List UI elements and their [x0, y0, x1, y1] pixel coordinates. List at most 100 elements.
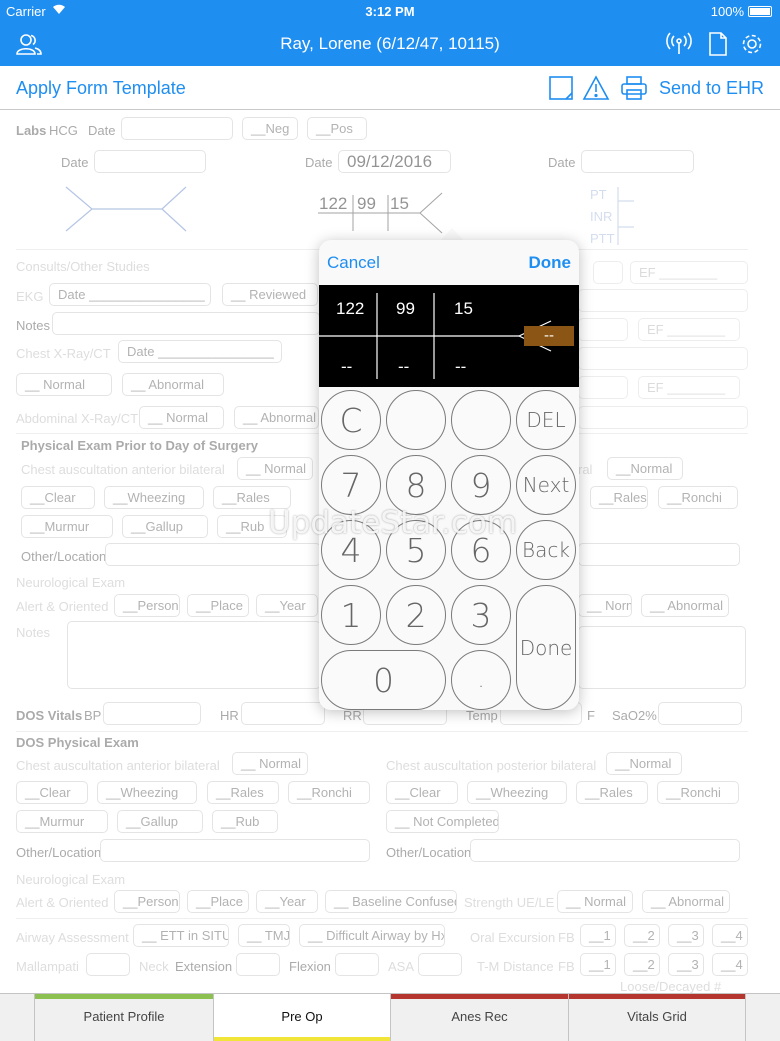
- notes-field[interactable]: [52, 312, 320, 335]
- chest-abnormal-checkbox[interactable]: __ Abnormal: [122, 373, 224, 396]
- pe-murmur-checkbox[interactable]: __Murmur: [21, 515, 113, 538]
- pe-place-checkbox[interactable]: __Place: [187, 594, 249, 617]
- stress-field[interactable]: [578, 347, 748, 370]
- dos-ronchi-checkbox[interactable]: __Ronchi: [288, 781, 370, 804]
- hr-field[interactable]: [241, 702, 325, 725]
- dos-wheezing-checkbox[interactable]: __Wheezing: [97, 781, 197, 804]
- display-top-1[interactable]: 122: [336, 299, 364, 319]
- display-bottom-3[interactable]: --: [455, 357, 466, 377]
- tmj-checkbox[interactable]: __ TMJ: [238, 924, 290, 947]
- pe-wheezing-checkbox[interactable]: __Wheezing: [104, 486, 204, 509]
- mallampati-field[interactable]: [86, 953, 130, 976]
- pe-post-other-location-field[interactable]: [578, 543, 740, 566]
- oral-fb-2[interactable]: __2: [624, 924, 660, 947]
- page-icon[interactable]: [547, 75, 575, 101]
- dos-post-clear-checkbox[interactable]: __Clear: [386, 781, 458, 804]
- coag-date-field[interactable]: [581, 150, 694, 173]
- key-decimal[interactable]: .: [451, 650, 511, 710]
- bmp-date-field[interactable]: 09/12/2016: [338, 150, 451, 173]
- key-6[interactable]: 6: [451, 520, 511, 580]
- tm-fb-2[interactable]: __2: [624, 953, 660, 976]
- key-delete[interactable]: DEL: [516, 390, 576, 450]
- dos-post-other-location-field[interactable]: [470, 839, 740, 862]
- key-back[interactable]: Back: [516, 520, 576, 580]
- apply-template-button[interactable]: Apply Form Template: [16, 78, 186, 99]
- abd-normal-checkbox[interactable]: __ Normal: [139, 406, 224, 429]
- pe-clear-checkbox[interactable]: __Clear: [21, 486, 95, 509]
- tab-anes-rec[interactable]: Anes Rec: [390, 994, 568, 1041]
- key-0[interactable]: 0: [321, 650, 446, 710]
- pe-year-checkbox[interactable]: __Year: [256, 594, 318, 617]
- key-2[interactable]: 2: [386, 585, 446, 645]
- send-to-ehr-button[interactable]: Send to EHR: [659, 78, 764, 99]
- pe-strength-normal-checkbox[interactable]: __ Normal: [578, 594, 632, 617]
- asa-field[interactable]: [418, 953, 462, 976]
- dos-rub-checkbox[interactable]: __Rub: [212, 810, 278, 833]
- dos-rales-checkbox[interactable]: __Rales: [207, 781, 279, 804]
- cancel-button[interactable]: Cancel: [327, 253, 380, 273]
- oral-fb-1[interactable]: __1: [580, 924, 616, 947]
- dos-baseline-confused-checkbox[interactable]: __ Baseline Confused: [325, 890, 457, 913]
- bmp-fishbone[interactable]: [318, 191, 448, 243]
- dos-strength-abnormal-checkbox[interactable]: __ Abnormal: [642, 890, 730, 913]
- key-3[interactable]: 3: [451, 585, 511, 645]
- dos-year-checkbox[interactable]: __Year: [256, 890, 318, 913]
- tm-fb-3[interactable]: __3: [668, 953, 704, 976]
- dos-post-ronchi-checkbox[interactable]: __Ronchi: [657, 781, 739, 804]
- dos-post-wheezing-checkbox[interactable]: __Wheezing: [467, 781, 567, 804]
- dos-ant-normal-checkbox[interactable]: __ Normal: [232, 752, 308, 775]
- dos-place-checkbox[interactable]: __Place: [187, 890, 249, 913]
- gear-icon[interactable]: [739, 32, 765, 56]
- dos-gallup-checkbox[interactable]: __Gallup: [117, 810, 203, 833]
- key-blank-2[interactable]: [451, 390, 511, 450]
- print-icon[interactable]: [620, 75, 648, 101]
- cbc-date-field[interactable]: [94, 150, 206, 173]
- dos-murmur-checkbox[interactable]: __Murmur: [16, 810, 108, 833]
- tab-patient-profile[interactable]: Patient Profile: [34, 994, 213, 1041]
- ekg-notes-right[interactable]: [578, 289, 748, 312]
- key-5[interactable]: 5: [386, 520, 446, 580]
- extension-field[interactable]: [236, 953, 280, 976]
- ett-in-situ-checkbox[interactable]: __ ETT in SITU: [133, 924, 229, 947]
- chest-xray-date-field[interactable]: Date ________________: [118, 340, 282, 363]
- dos-post-rales-checkbox[interactable]: __Rales: [576, 781, 648, 804]
- key-blank-1[interactable]: [386, 390, 446, 450]
- oral-fb-4[interactable]: __4: [712, 924, 748, 947]
- consult-field[interactable]: [593, 261, 623, 284]
- dos-clear-checkbox[interactable]: __Clear: [16, 781, 88, 804]
- other-study-field[interactable]: [578, 406, 748, 429]
- cbc-fishbone[interactable]: [62, 183, 192, 235]
- key-8[interactable]: 8: [386, 455, 446, 515]
- display-top-3[interactable]: 15: [454, 299, 473, 319]
- pe-post-normal-checkbox[interactable]: __Normal: [607, 457, 683, 480]
- cath-field[interactable]: [578, 376, 628, 399]
- dos-not-completed-checkbox[interactable]: __ Not Completed: [386, 810, 499, 833]
- chest-normal-checkbox[interactable]: __ Normal: [16, 373, 112, 396]
- dos-person-checkbox[interactable]: __Person: [114, 890, 180, 913]
- pe-notes-area[interactable]: [67, 621, 321, 689]
- abd-abnormal-checkbox[interactable]: __ Abnormal: [234, 406, 319, 429]
- pe-ant-normal-checkbox[interactable]: __ Normal: [237, 457, 313, 480]
- pe-post-rales-checkbox[interactable]: __Rales: [590, 486, 648, 509]
- pe-rales-checkbox[interactable]: __Rales: [213, 486, 291, 509]
- pe-person-checkbox[interactable]: __Person: [114, 594, 180, 617]
- display-bottom-1[interactable]: --: [341, 357, 352, 377]
- flexion-field[interactable]: [335, 953, 379, 976]
- bp-field[interactable]: [103, 702, 201, 725]
- display-selected-cell[interactable]: --: [524, 326, 574, 346]
- dos-post-normal-checkbox[interactable]: __Normal: [606, 752, 682, 775]
- pe-rub-checkbox[interactable]: __Rub: [217, 515, 287, 538]
- ef-field-2[interactable]: EF ________: [638, 318, 740, 341]
- pe-other-location-field[interactable]: [105, 543, 321, 566]
- document-icon[interactable]: [704, 32, 730, 56]
- hcg-date-field[interactable]: [121, 117, 233, 140]
- dos-strength-normal-checkbox[interactable]: __ Normal: [557, 890, 633, 913]
- ef-field-3[interactable]: EF ________: [638, 376, 740, 399]
- oral-fb-3[interactable]: __3: [668, 924, 704, 947]
- tab-vitals-grid[interactable]: Vitals Grid: [568, 994, 746, 1041]
- echo-field[interactable]: [578, 318, 628, 341]
- ekg-reviewed-checkbox[interactable]: __ Reviewed: [222, 283, 318, 306]
- pe-notes-area-right[interactable]: [578, 626, 746, 689]
- tab-pre-op[interactable]: Pre Op: [213, 994, 390, 1041]
- pe-post-ronchi-checkbox[interactable]: __Ronchi: [658, 486, 738, 509]
